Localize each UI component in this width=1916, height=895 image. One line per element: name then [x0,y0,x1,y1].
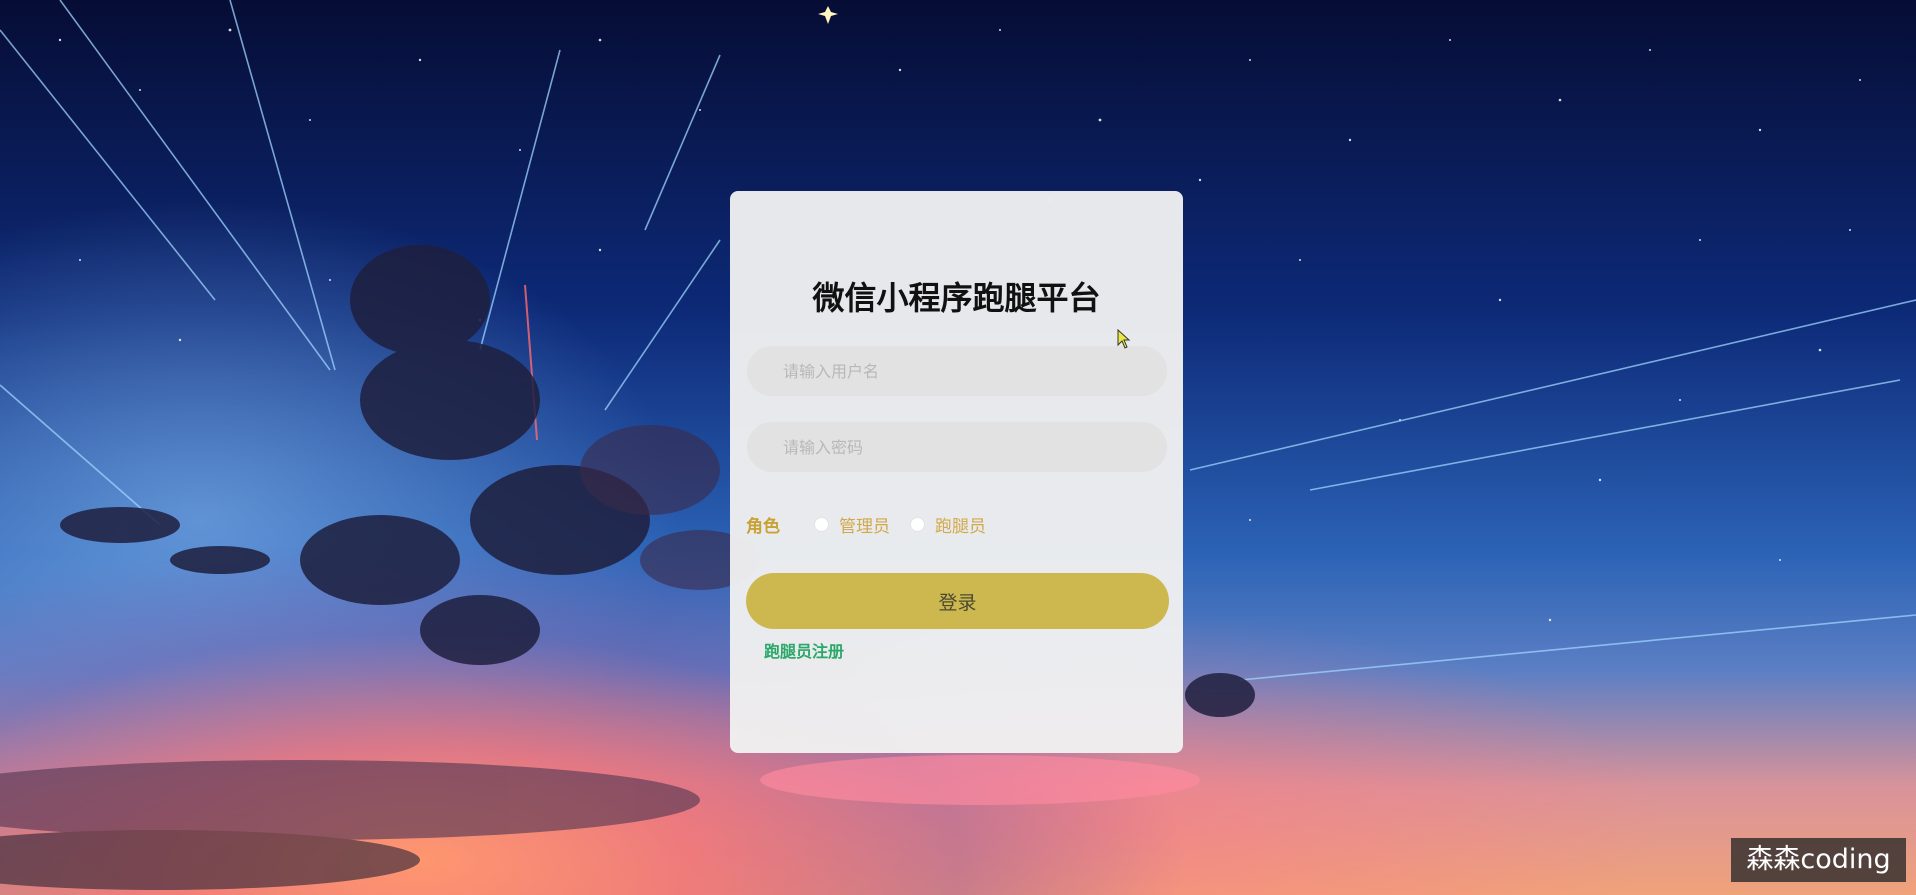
watermark-label: 森森coding [1731,838,1906,882]
sparkle-star-icon [818,6,838,24]
password-input[interactable] [747,422,1167,472]
role-option-admin[interactable]: 管理员 [814,512,890,537]
radio-button[interactable] [814,516,829,532]
role-option-runner[interactable]: 跑腿员 [910,512,986,537]
page-title: 微信小程序跑腿平台 [812,279,1101,317]
username-input[interactable] [747,346,1167,396]
password-field[interactable] [747,422,1167,472]
role-label: 角色 [746,516,780,537]
login-button[interactable]: 登录 [746,573,1169,629]
role-selector: 角色 管理员 跑腿员 [746,512,1006,537]
login-card: 微信小程序跑腿平台 角色 管理员 跑腿员 登录 跑腿员注册 [730,191,1183,753]
role-option-label: 管理员 [839,516,890,537]
mouse-cursor-icon [1117,329,1131,349]
radio-button[interactable] [910,516,925,532]
role-option-label: 跑腿员 [935,516,986,537]
runner-register-link[interactable]: 跑腿员注册 [764,638,844,662]
username-field[interactable] [747,346,1167,396]
